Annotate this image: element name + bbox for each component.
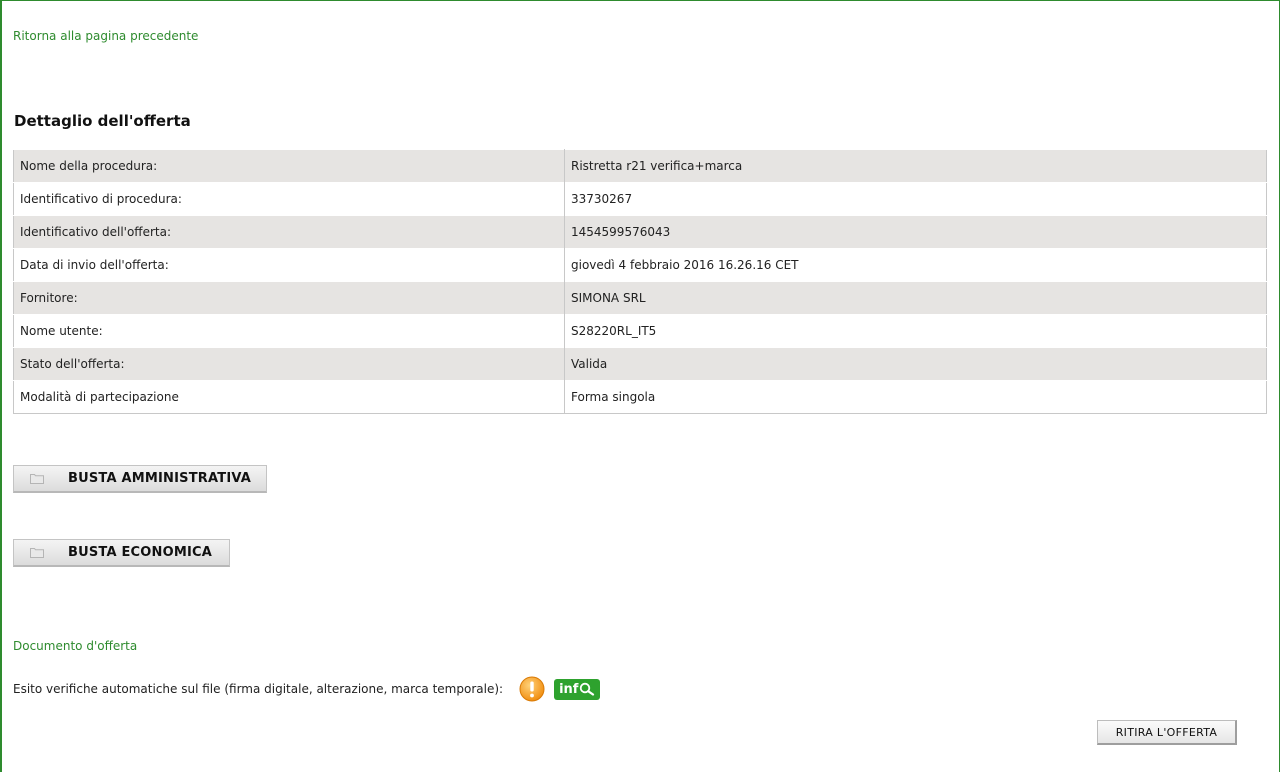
row-value: S28220RL_IT5	[564, 314, 1267, 348]
busta-economica-label: BUSTA ECONOMICA	[68, 545, 213, 560]
page-title: Dettaglio dell'offerta	[14, 112, 191, 130]
file-checks-row: Esito verifiche automatiche sul file (fi…	[13, 676, 601, 702]
row-label: Identificativo di procedura:	[13, 182, 565, 216]
row-value: SIMONA SRL	[564, 281, 1267, 315]
busta-amministrativa-button[interactable]: BUSTA AMMINISTRATIVA	[13, 465, 267, 493]
busta-economica-button[interactable]: BUSTA ECONOMICA	[13, 539, 230, 567]
offer-details-table: Nome della procedura: Ristretta r21 veri…	[13, 149, 1267, 414]
row-label: Stato dell'offerta:	[13, 347, 565, 381]
warning-icon[interactable]	[519, 676, 545, 702]
row-value: Ristretta r21 verifica+marca	[564, 149, 1267, 183]
table-row: Modalità di partecipazione Forma singola	[13, 380, 1267, 414]
table-row: Fornitore: SIMONA SRL	[13, 281, 1267, 315]
table-row: Nome utente: S28220RL_IT5	[13, 314, 1267, 348]
row-label: Nome utente:	[13, 314, 565, 348]
folder-icon	[30, 547, 44, 558]
row-label: Data di invio dell'offerta:	[13, 248, 565, 282]
withdraw-offer-button[interactable]: RITIRA L'OFFERTA	[1097, 720, 1237, 745]
busta-amministrativa-label: BUSTA AMMINISTRATIVA	[68, 471, 251, 486]
table-row: Identificativo dell'offerta: 14545995760…	[13, 215, 1267, 249]
info-icon-text: inf	[559, 681, 579, 697]
row-value: 33730267	[564, 182, 1267, 216]
folder-icon	[30, 473, 44, 484]
table-row: Identificativo di procedura: 33730267	[13, 182, 1267, 216]
row-label: Modalità di partecipazione	[13, 380, 565, 414]
row-label: Identificativo dell'offerta:	[13, 215, 565, 249]
file-checks-text: Esito verifiche automatiche sul file (fi…	[13, 682, 504, 696]
table-row: Data di invio dell'offerta: giovedì 4 fe…	[13, 248, 1267, 282]
magnifier-icon	[580, 682, 595, 696]
table-row: Stato dell'offerta: Valida	[13, 347, 1267, 381]
row-label: Fornitore:	[13, 281, 565, 315]
table-row: Nome della procedura: Ristretta r21 veri…	[13, 149, 1267, 183]
row-label: Nome della procedura:	[13, 149, 565, 183]
back-link[interactable]: Ritorna alla pagina precedente	[13, 29, 198, 43]
row-value: giovedì 4 febbraio 2016 16.26.16 CET	[564, 248, 1267, 282]
info-magnifier-icon[interactable]: inf	[554, 678, 601, 700]
row-value: 1454599576043	[564, 215, 1267, 249]
row-value: Valida	[564, 347, 1267, 381]
row-value: Forma singola	[564, 380, 1267, 414]
document-label: Documento d'offerta	[13, 639, 138, 653]
